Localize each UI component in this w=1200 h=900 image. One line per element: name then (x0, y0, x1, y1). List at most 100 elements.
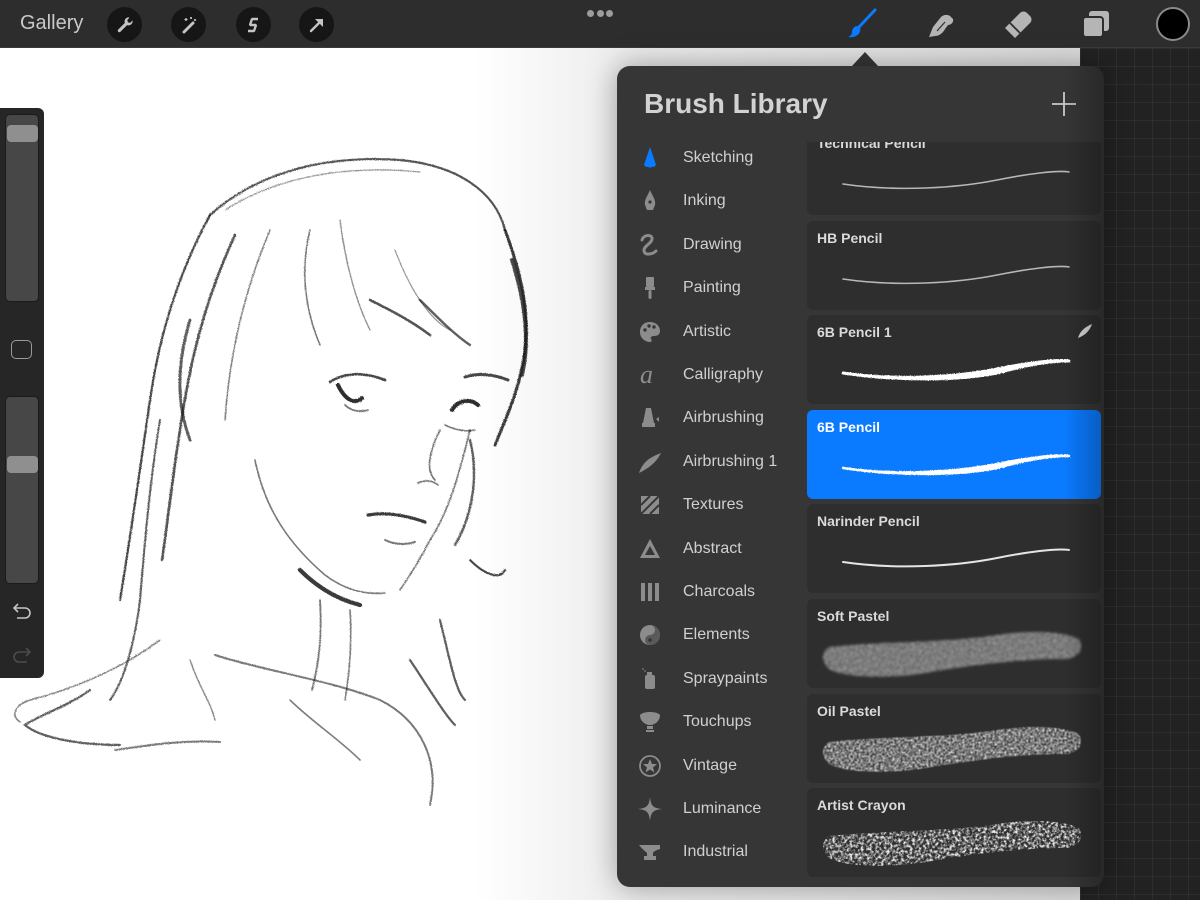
sparkle-icon (638, 797, 662, 821)
brush-item-technical-pencil[interactable]: Technical Pencil (807, 142, 1101, 215)
category-item-artistic[interactable]: Artistic (617, 312, 805, 352)
category-label: Vintage (683, 756, 737, 774)
color-picker-button[interactable] (1156, 7, 1190, 41)
category-label: Drawing (683, 235, 742, 253)
eraser-tool-button[interactable] (1000, 6, 1036, 42)
category-label: Painting (683, 279, 741, 297)
brush-name: Technical Pencil (817, 142, 926, 151)
transform-button[interactable] (299, 7, 334, 42)
category-item-sketching[interactable]: Sketching (617, 138, 805, 178)
smudge-tool-button[interactable] (922, 6, 958, 42)
category-item-elements[interactable]: Elements (617, 615, 805, 655)
category-item-airbrushing-1[interactable]: Airbrushing 1 (617, 442, 805, 482)
brush-icon (848, 8, 877, 38)
ellipsis-icon (587, 10, 594, 17)
arrow-cursor-icon (309, 18, 323, 32)
spray-can-icon (642, 667, 655, 689)
layers-button[interactable] (1078, 6, 1114, 42)
yin-yang-icon (640, 625, 660, 646)
palette-icon (640, 321, 660, 342)
brush-list: Technical Pencil HB Pencil 6B Pencil 1 6B P… (806, 142, 1104, 887)
category-item-inking[interactable]: Inking (617, 181, 805, 221)
category-item-luminance[interactable]: Luminance (617, 789, 805, 829)
brush-item-soft-pastel[interactable]: Soft Pastel (807, 599, 1101, 688)
feather-stroke-icon (639, 452, 661, 473)
category-item-abstract[interactable]: Abstract (617, 529, 805, 569)
category-label: Luminance (683, 800, 762, 817)
opacity-slider-thumb[interactable] (7, 456, 38, 474)
svg-text:a: a (640, 362, 653, 388)
popover-caret (852, 52, 878, 66)
gallery-button[interactable]: Gallery (20, 12, 83, 35)
category-label: Industrial (683, 843, 748, 861)
makeup-brush-icon (640, 712, 660, 733)
category-list: Sketching Inking Drawing Painting Artistic a C… (617, 136, 805, 887)
category-item-airbrushing[interactable]: Airbrushing (617, 398, 805, 438)
brush-item-artist-crayon[interactable]: Artist Crayon (807, 788, 1101, 878)
category-item-calligraphy[interactable]: a Calligraphy (617, 355, 805, 395)
category-item-drawing[interactable]: Drawing (617, 225, 805, 265)
category-item-industrial[interactable]: Industrial (617, 832, 805, 872)
category-label: Artistic (683, 322, 731, 340)
smudge-finger-icon (929, 14, 954, 37)
brush-name: Narinder Pencil (817, 513, 920, 530)
square-modify-icon[interactable] (11, 340, 32, 359)
brush-size-slider[interactable] (5, 114, 39, 302)
category-item-textures[interactable]: Textures (617, 485, 805, 525)
category-label: Calligraphy (683, 366, 764, 383)
hatch-square-icon (640, 495, 660, 515)
wrench-icon (117, 16, 133, 32)
category-label: Textures (683, 496, 744, 514)
opacity-slider[interactable] (5, 396, 39, 584)
brush-name: 6B Pencil (817, 418, 881, 435)
charcoal-sticks-icon (641, 583, 659, 601)
brush-stroke-preview (842, 170, 1070, 190)
brush-library-panel: Brush Library Sketching Inking Drawing Pain… (617, 66, 1104, 887)
category-item-charcoals[interactable]: Charcoals (617, 572, 805, 612)
category-item-painting[interactable]: Painting (617, 268, 805, 308)
category-label: Airbrushing 1 (683, 452, 778, 470)
redo-icon[interactable] (11, 646, 33, 666)
category-label: Sketching (683, 149, 754, 166)
category-label: Abstract (683, 539, 742, 557)
actions-button[interactable] (107, 7, 142, 42)
brush-item-6b-pencil-1[interactable]: 6B Pencil 1 (807, 315, 1101, 405)
anvil-icon (639, 845, 660, 861)
paintbrush-icon (645, 277, 655, 300)
brush-item-narinder-pencil[interactable]: Narinder Pencil (807, 504, 1101, 594)
category-item-spraypaints[interactable]: Spraypaints (617, 659, 805, 699)
brush-name: Oil Pastel (817, 702, 881, 719)
brush-item-6b-pencil[interactable]: 6B Pencil (807, 409, 1101, 499)
brush-tool-button[interactable] (844, 6, 880, 42)
airbrush-icon (642, 408, 659, 428)
category-label: Elements (683, 626, 750, 644)
category-item-touchups[interactable]: Touchups (617, 702, 805, 742)
triangle-icon (640, 538, 660, 558)
top-toolbar: Gallery (0, 0, 1200, 48)
brush-item-oil-pastel[interactable]: Oil Pastel (807, 693, 1101, 783)
brush-name: Soft Pastel (817, 608, 890, 624)
script-a-icon: a (640, 362, 653, 388)
category-label: Inking (683, 192, 726, 210)
more-options-button[interactable] (587, 10, 613, 18)
selection-button[interactable] (236, 7, 271, 42)
undo-icon[interactable] (11, 602, 33, 622)
brush-name: Artist Crayon (817, 797, 906, 814)
pencil-tip-icon (644, 147, 656, 168)
layers-icon (1082, 11, 1109, 38)
category-label: Spraypaints (683, 669, 768, 687)
category-item-vintage[interactable]: Vintage (617, 746, 805, 786)
magic-wand-icon (182, 16, 196, 33)
brush-item-hb-pencil[interactable]: HB Pencil (807, 220, 1101, 310)
imported-brush-badge-icon (1078, 324, 1092, 339)
brush-name: 6B Pencil 1 (817, 324, 892, 341)
adjustments-button[interactable] (171, 7, 206, 42)
plus-icon[interactable] (1051, 91, 1077, 117)
sketch-artwork (14, 157, 528, 806)
category-label: Airbrushing (683, 409, 764, 427)
pen-nib-icon (644, 190, 656, 211)
selection-s-icon (247, 17, 258, 32)
category-label: Charcoals (683, 583, 756, 600)
brush-size-slider-thumb[interactable] (7, 125, 38, 143)
eraser-icon (1005, 11, 1032, 38)
